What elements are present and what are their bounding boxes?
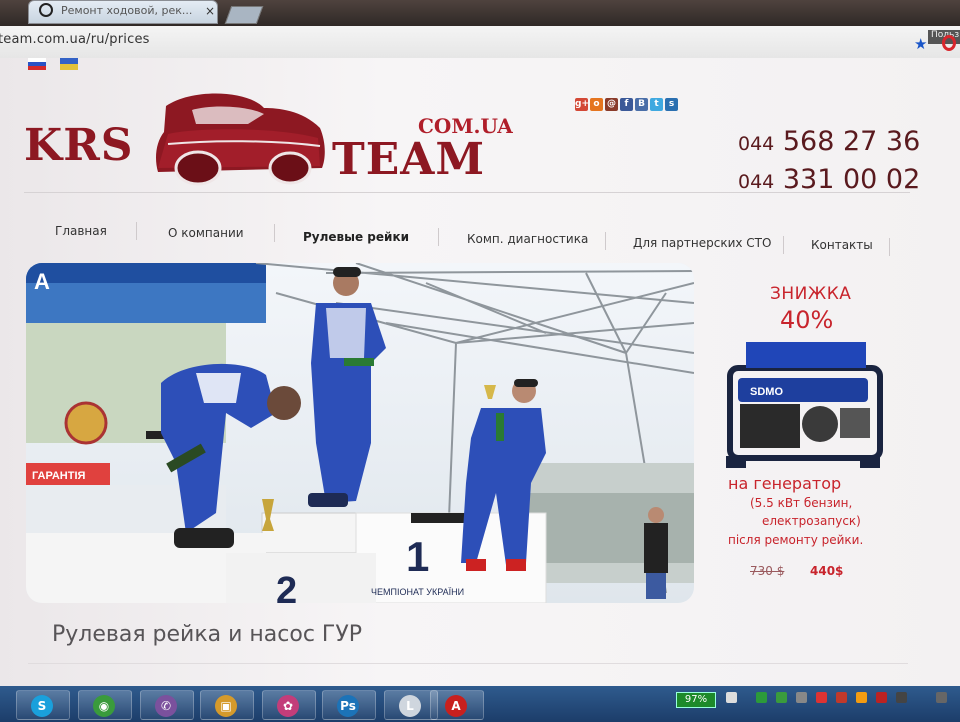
- skype-icon[interactable]: s: [665, 98, 678, 111]
- car-logo-icon: [156, 93, 325, 186]
- lync-icon: L: [399, 695, 421, 717]
- phone-prefix: 044: [738, 133, 775, 155]
- tray-pdf-icon[interactable]: [876, 692, 887, 703]
- browser-tab[interactable]: Ремонт ходовой, рек... ×: [28, 0, 218, 24]
- opera-favicon-icon: [39, 3, 53, 17]
- bookmark-star-icon[interactable]: ★: [914, 37, 928, 52]
- tray-network-icon[interactable]: [726, 692, 737, 703]
- price-new: 440$: [810, 564, 844, 578]
- logo-text-team: TEAM: [332, 134, 486, 185]
- phone-number-1[interactable]: 044 568 27 36: [738, 126, 920, 157]
- nav-separator: [438, 228, 439, 246]
- skype-icon: S: [31, 695, 53, 717]
- generator-image[interactable]: SDMO: [720, 338, 888, 472]
- tab-title: Ремонт ходовой, рек...: [61, 4, 193, 17]
- generator-brand: SDMO: [750, 386, 783, 398]
- photoshop-icon: Ps: [337, 695, 359, 717]
- podium-first-place: 1: [406, 533, 429, 580]
- tray-volume-icon[interactable]: [936, 692, 947, 703]
- taskbar-app-button[interactable]: S: [16, 690, 70, 720]
- tray-flag-icon[interactable]: [816, 692, 827, 703]
- phone-prefix: 044: [738, 171, 775, 193]
- tray-chrome-icon[interactable]: [776, 692, 787, 703]
- address-bar[interactable]: team.com.ua/ru/prices: [0, 26, 960, 59]
- taskbar-app-button[interactable]: ▣: [200, 690, 254, 720]
- nav-separator: [274, 224, 275, 242]
- nav-item-home[interactable]: Главная: [55, 224, 107, 238]
- taskbar-app-button[interactable]: ✿: [262, 690, 316, 720]
- page-heading: Рулевая рейка и насос ГУР: [52, 622, 363, 647]
- nav-separator: [783, 236, 784, 254]
- logo-text-krs: KRS: [24, 120, 134, 171]
- nav-separator: [136, 222, 137, 240]
- promo-line-starter: електрозапуск): [762, 514, 861, 528]
- battery-indicator[interactable]: 97%: [676, 692, 716, 708]
- files-icon: ▣: [215, 695, 237, 717]
- nav-item-contacts[interactable]: Контакты: [811, 238, 873, 252]
- tray-app-icon[interactable]: [756, 692, 767, 703]
- russian-flag-icon[interactable]: [28, 58, 46, 70]
- opera-menu-icon[interactable]: [942, 35, 956, 51]
- tray-settings-icon[interactable]: [796, 692, 807, 703]
- mail-ru-icon[interactable]: @: [605, 98, 618, 111]
- web-page: KRS COM.UA TEAM g+ о @ f Bt s 044 568 27 36 0…: [0, 58, 960, 686]
- google-plus-icon[interactable]: g+: [575, 98, 589, 111]
- twitter-icon[interactable]: t: [650, 98, 663, 111]
- nav-item-about[interactable]: О компании: [168, 226, 244, 240]
- hero-photo: А ГАРАНТІЯ 1 2 ЧЕМПІОНАТ УКРАЇНИ: [26, 263, 694, 603]
- vkontakte-icon[interactable]: B: [635, 98, 648, 111]
- promo-line-condition: після ремонту рейки.: [728, 533, 864, 547]
- phone-number-2[interactable]: 044 331 00 02: [738, 164, 920, 195]
- taskbar-app-button[interactable]: ◉: [78, 690, 132, 720]
- svg-text:А: А: [34, 269, 50, 294]
- chrome-icon: ◉: [93, 695, 115, 717]
- picasa-icon: ✿: [277, 695, 299, 717]
- tray-antivirus-icon[interactable]: [836, 692, 847, 703]
- taskbar-app-button[interactable]: A: [430, 690, 484, 720]
- taskbar-app-button[interactable]: Ps: [322, 690, 376, 720]
- podium-celebration-image: А ГАРАНТІЯ 1 2 ЧЕМПІОНАТ УКРАЇНИ: [26, 263, 694, 603]
- viber-icon: ✆: [155, 695, 177, 717]
- facebook-icon[interactable]: f: [620, 98, 633, 111]
- main-navigation: Главная О компании Рулевые рейки Комп. д…: [0, 218, 960, 256]
- nav-separator: [889, 238, 890, 256]
- price-old: 730 $: [750, 564, 785, 578]
- nav-item-computer-diagnostics[interactable]: Комп. диагностика: [467, 232, 588, 246]
- promo-title: ЗНИЖКА: [770, 284, 852, 304]
- promo-line-specs: (5.5 кВт бензин,: [750, 496, 853, 510]
- header-divider: [24, 192, 910, 193]
- taskbar-app-button[interactable]: ✆: [140, 690, 194, 720]
- phone-number: 568 27 36: [782, 126, 921, 157]
- url-text[interactable]: team.com.ua/ru/prices: [0, 32, 150, 47]
- podium-caption: ЧЕМПІОНАТ УКРАЇНИ: [371, 587, 464, 597]
- content-divider: [28, 663, 908, 664]
- podium-second-place: 2: [276, 570, 297, 603]
- acrobat-icon: A: [445, 695, 467, 717]
- tab-close-icon[interactable]: ×: [205, 4, 215, 18]
- browser-tab-bar: Ремонт ходовой, рек... ×: [0, 0, 960, 26]
- tray-keyboard-icon[interactable]: [896, 692, 907, 703]
- new-tab-button[interactable]: [224, 6, 264, 24]
- nav-item-steering-racks[interactable]: Рулевые рейки: [303, 230, 409, 244]
- promo-line-generator: на генератор: [728, 474, 842, 493]
- banner-text: ГАРАНТІЯ: [32, 470, 86, 482]
- ukrainian-flag-icon[interactable]: [60, 58, 78, 70]
- tray-update-icon[interactable]: [856, 692, 867, 703]
- phone-number: 331 00 02: [782, 164, 921, 195]
- nav-item-partner-service[interactable]: Для партнерских СТО: [633, 236, 771, 250]
- nav-separator: [605, 232, 606, 250]
- odnoklassniki-icon[interactable]: о: [590, 98, 603, 111]
- promo-discount: 40%: [780, 306, 834, 334]
